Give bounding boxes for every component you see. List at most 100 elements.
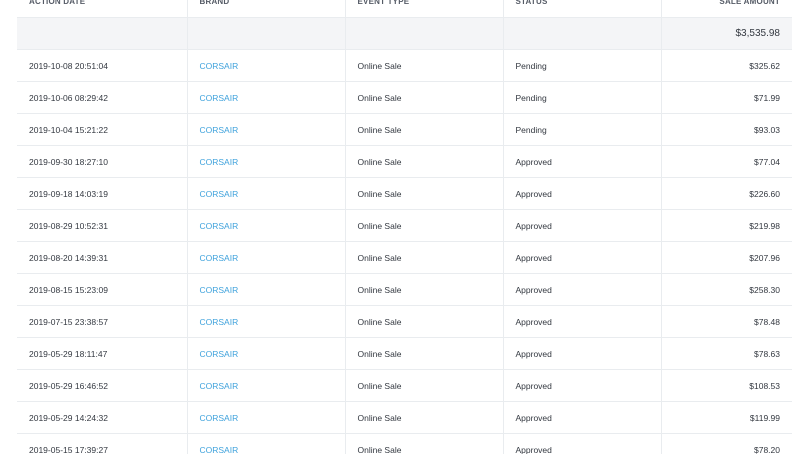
total-cell-empty: [187, 17, 346, 50]
sale-amount-cell: $207.96: [661, 241, 792, 274]
brand-cell: CORSAIR: [187, 305, 346, 338]
brand-link[interactable]: CORSAIR: [200, 61, 239, 71]
sale-amount-cell: $93.03: [661, 113, 792, 146]
brand-link[interactable]: CORSAIR: [200, 189, 239, 199]
event-type-cell: Online Sale: [345, 273, 504, 306]
action-date-cell: 2019-05-15 17:39:27: [17, 433, 188, 454]
table-row[interactable]: 2019-08-29 10:52:31 CORSAIR Online Sale App…: [17, 209, 792, 242]
action-date-cell: 2019-10-08 20:51:04: [17, 49, 188, 82]
total-cell-empty: [345, 17, 504, 50]
column-header-brand[interactable]: BRAND: [187, 0, 346, 18]
event-type-cell: Online Sale: [345, 177, 504, 210]
status-cell: Approved: [503, 369, 662, 402]
total-row: $3,535.98: [17, 17, 792, 50]
brand-link[interactable]: CORSAIR: [200, 93, 239, 103]
transactions-table: ACTION DATE BRAND EVENT TYPE STATUS SALE…: [17, 0, 792, 454]
column-header-sale-amount[interactable]: SALE AMOUNT: [661, 0, 792, 18]
brand-link[interactable]: CORSAIR: [200, 253, 239, 263]
sale-amount-cell: $78.63: [661, 337, 792, 370]
column-header-event-type[interactable]: EVENT TYPE: [345, 0, 504, 18]
brand-link[interactable]: CORSAIR: [200, 381, 239, 391]
table-row[interactable]: 2019-10-04 15:21:22 CORSAIR Online Sale Pen…: [17, 113, 792, 146]
event-type-cell: Online Sale: [345, 113, 504, 146]
brand-cell: CORSAIR: [187, 401, 346, 434]
brand-cell: CORSAIR: [187, 49, 346, 82]
table-row[interactable]: 2019-08-15 15:23:09 CORSAIR Online Sale App…: [17, 273, 792, 306]
column-header-status[interactable]: STATUS: [503, 0, 662, 18]
table-header: ACTION DATE BRAND EVENT TYPE STATUS SALE…: [17, 0, 792, 18]
brand-cell: CORSAIR: [187, 145, 346, 178]
sale-amount-cell: $71.99: [661, 81, 792, 114]
transactions-page: ACTION DATE BRAND EVENT TYPE STATUS SALE…: [0, 0, 808, 454]
status-cell: Approved: [503, 305, 662, 338]
table-row[interactable]: 2019-09-18 14:03:19 CORSAIR Online Sale App…: [17, 177, 792, 210]
status-cell: Approved: [503, 433, 662, 454]
brand-link[interactable]: CORSAIR: [200, 413, 239, 423]
total-sale-amount: $3,535.98: [661, 17, 792, 50]
table-row[interactable]: 2019-05-29 14:24:32 CORSAIR Online Sale App…: [17, 401, 792, 434]
action-date-cell: 2019-05-29 18:11:47: [17, 337, 188, 370]
status-cell: Pending: [503, 81, 662, 114]
table-row[interactable]: 2019-07-15 23:38:57 CORSAIR Online Sale App…: [17, 305, 792, 338]
table-body: $3,535.98 2019-10-08 20:51:04 CORSAIR Onli…: [17, 17, 792, 454]
action-date-cell: 2019-08-15 15:23:09: [17, 273, 188, 306]
brand-link[interactable]: CORSAIR: [200, 349, 239, 359]
event-type-cell: Online Sale: [345, 401, 504, 434]
event-type-cell: Online Sale: [345, 81, 504, 114]
table-row[interactable]: 2019-05-29 16:46:52 CORSAIR Online Sale App…: [17, 369, 792, 402]
action-date-cell: 2019-09-30 18:27:10: [17, 145, 188, 178]
event-type-cell: Online Sale: [345, 145, 504, 178]
status-cell: Approved: [503, 337, 662, 370]
status-cell: Pending: [503, 49, 662, 82]
table-row[interactable]: 2019-10-08 20:51:04 CORSAIR Online Sale Pen…: [17, 49, 792, 82]
event-type-cell: Online Sale: [345, 49, 504, 82]
brand-link[interactable]: CORSAIR: [200, 445, 239, 454]
table-row[interactable]: 2019-09-30 18:27:10 CORSAIR Online Sale App…: [17, 145, 792, 178]
status-cell: Approved: [503, 273, 662, 306]
total-cell-empty: [503, 17, 662, 50]
brand-link[interactable]: CORSAIR: [200, 125, 239, 135]
sale-amount-cell: $77.04: [661, 145, 792, 178]
brand-cell: CORSAIR: [187, 209, 346, 242]
status-cell: Approved: [503, 241, 662, 274]
table-row[interactable]: 2019-08-20 14:39:31 CORSAIR Online Sale App…: [17, 241, 792, 274]
sale-amount-cell: $258.30: [661, 273, 792, 306]
table-row[interactable]: 2019-05-15 17:39:27 CORSAIR Online Sale App…: [17, 433, 792, 454]
brand-cell: CORSAIR: [187, 273, 346, 306]
status-cell: Approved: [503, 145, 662, 178]
brand-cell: CORSAIR: [187, 369, 346, 402]
event-type-cell: Online Sale: [345, 241, 504, 274]
brand-link[interactable]: CORSAIR: [200, 285, 239, 295]
header-row: ACTION DATE BRAND EVENT TYPE STATUS SALE…: [17, 0, 792, 18]
status-cell: Pending: [503, 113, 662, 146]
event-type-cell: Online Sale: [345, 305, 504, 338]
brand-link[interactable]: CORSAIR: [200, 317, 239, 327]
brand-cell: CORSAIR: [187, 241, 346, 274]
event-type-cell: Online Sale: [345, 337, 504, 370]
action-date-cell: 2019-08-29 10:52:31: [17, 209, 188, 242]
action-date-cell: 2019-07-15 23:38:57: [17, 305, 188, 338]
brand-link[interactable]: CORSAIR: [200, 221, 239, 231]
sale-amount-cell: $325.62: [661, 49, 792, 82]
sale-amount-cell: $219.98: [661, 209, 792, 242]
action-date-cell: 2019-08-20 14:39:31: [17, 241, 188, 274]
event-type-cell: Online Sale: [345, 369, 504, 402]
sale-amount-cell: $119.99: [661, 401, 792, 434]
status-cell: Approved: [503, 209, 662, 242]
action-date-cell: 2019-05-29 16:46:52: [17, 369, 188, 402]
table-row[interactable]: 2019-10-06 08:29:42 CORSAIR Online Sale Pen…: [17, 81, 792, 114]
action-date-cell: 2019-10-04 15:21:22: [17, 113, 188, 146]
action-date-cell: 2019-10-06 08:29:42: [17, 81, 188, 114]
sale-amount-cell: $78.48: [661, 305, 792, 338]
sale-amount-cell: $108.53: [661, 369, 792, 402]
brand-link[interactable]: CORSAIR: [200, 157, 239, 167]
brand-cell: CORSAIR: [187, 433, 346, 454]
action-date-cell: 2019-09-18 14:03:19: [17, 177, 188, 210]
column-header-action-date[interactable]: ACTION DATE: [17, 0, 188, 18]
event-type-cell: Online Sale: [345, 433, 504, 454]
action-date-cell: 2019-05-29 14:24:32: [17, 401, 188, 434]
status-cell: Approved: [503, 401, 662, 434]
brand-cell: CORSAIR: [187, 177, 346, 210]
total-cell-empty: [17, 17, 188, 50]
table-row[interactable]: 2019-05-29 18:11:47 CORSAIR Online Sale App…: [17, 337, 792, 370]
